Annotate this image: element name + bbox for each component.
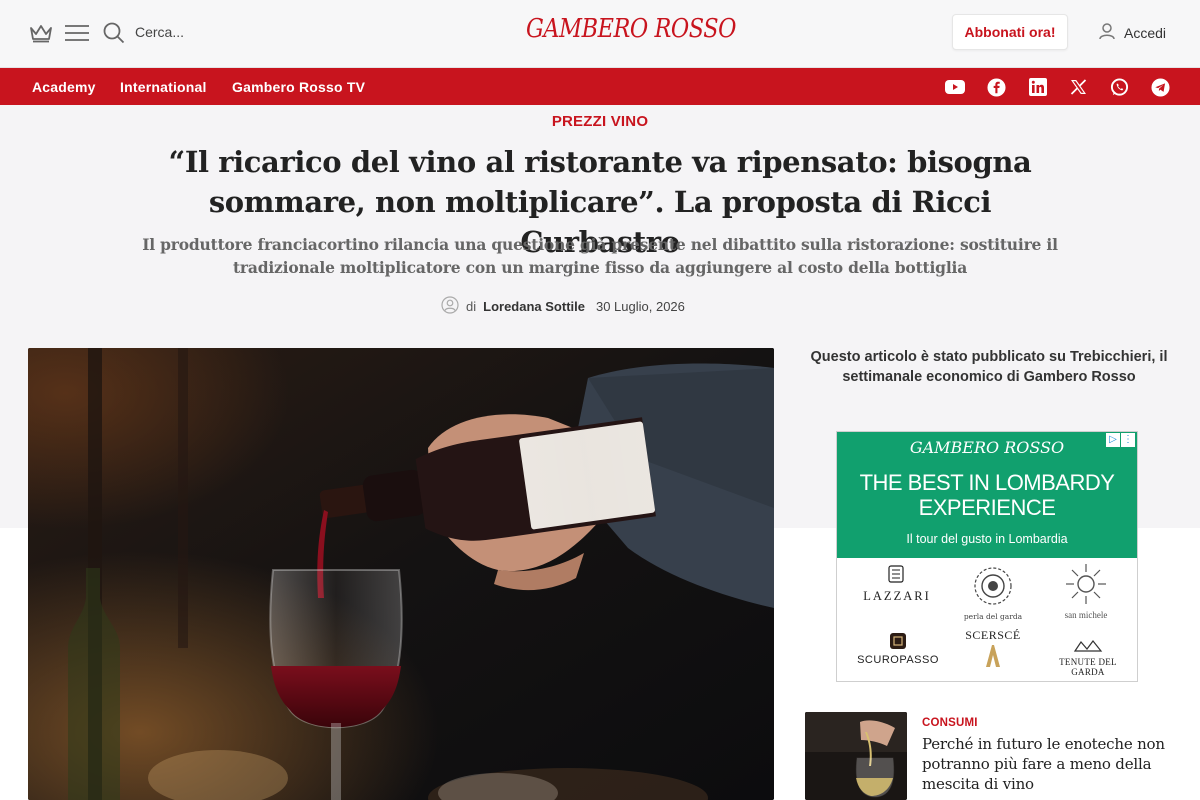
- advertisement[interactable]: ▷ ⋮ GAMBERO ROSSO THE BEST IN LOMBARDY E…: [836, 431, 1138, 682]
- related-article[interactable]: CONSUMI Perché in futuro le enoteche non…: [805, 712, 1185, 800]
- hero-image: [28, 348, 774, 800]
- brand-logo-lazzari: LAZZARI: [851, 565, 943, 604]
- youtube-icon[interactable]: [945, 77, 965, 97]
- article-category[interactable]: PREZZI VINO: [0, 113, 1200, 130]
- ad-logo: GAMBERO ROSSO: [909, 438, 1065, 457]
- crown-icon[interactable]: [28, 20, 54, 46]
- search-input[interactable]: Cerca...: [135, 24, 184, 40]
- brand-logo-tenute-del-garda: TENUTE DEL GARDA: [1042, 638, 1134, 677]
- x-icon[interactable]: [1068, 77, 1088, 97]
- publish-date: 30 Luglio, 2026: [595, 299, 685, 314]
- nav-item-gambero-rosso-tv[interactable]: Gambero Rosso TV: [232, 79, 365, 95]
- brand-logo-scuropasso: SCUROPASSO: [851, 632, 945, 666]
- byline: di Loredana Sottile 30 Luglio, 2026: [441, 296, 685, 317]
- nav-item-international[interactable]: International: [120, 79, 207, 95]
- facebook-icon[interactable]: [986, 77, 1006, 97]
- ad-banner-top: ▷ ⋮ GAMBERO ROSSO THE BEST IN LOMBARDY E…: [837, 432, 1137, 558]
- related-article-thumbnail[interactable]: [805, 712, 907, 800]
- linkedin-icon[interactable]: [1028, 77, 1048, 97]
- byline-prefix: di: [466, 299, 477, 314]
- author-avatar-icon: [441, 296, 459, 317]
- publication-note: Questo articolo è stato pubblicato su Tr…: [810, 349, 1168, 385]
- search-icon[interactable]: [101, 20, 127, 46]
- login-link[interactable]: Accedi: [1098, 22, 1166, 43]
- article-subtitle: Il produttore franciacortino rilancia un…: [142, 235, 1058, 277]
- main-nav: Academy International Gambero Rosso TV: [0, 68, 1200, 105]
- telegram-icon[interactable]: [1150, 77, 1170, 97]
- user-icon: [1098, 22, 1116, 43]
- author-name[interactable]: Loredana Sottile: [483, 299, 585, 314]
- menu-icon[interactable]: [64, 20, 90, 46]
- brand-logo-san-michele: san michele: [1042, 562, 1130, 620]
- ad-title: THE BEST IN LOMBARDY EXPERIENCE: [859, 470, 1115, 520]
- whatsapp-icon[interactable]: [1109, 77, 1129, 97]
- brand-logo-scersce: SCERSCÉ: [947, 628, 1039, 673]
- top-header: Cerca... GAMBERO ROSSO Abbonati ora! Acc…: [0, 0, 1200, 68]
- related-article-category[interactable]: CONSUMI: [922, 717, 978, 729]
- login-label: Accedi: [1124, 24, 1167, 41]
- nav-item-academy[interactable]: Academy: [32, 79, 96, 95]
- brand-logo-perla-del-garda: perla del garda: [949, 564, 1037, 621]
- related-article-title[interactable]: Perché in futuro le enoteche non potrann…: [922, 734, 1184, 794]
- subscribe-button[interactable]: Abbonati ora!: [952, 14, 1068, 50]
- ad-subtitle: Il tour del gusto in Lombardia: [906, 532, 1068, 546]
- site-logo[interactable]: GAMBERO ROSSO: [526, 14, 737, 44]
